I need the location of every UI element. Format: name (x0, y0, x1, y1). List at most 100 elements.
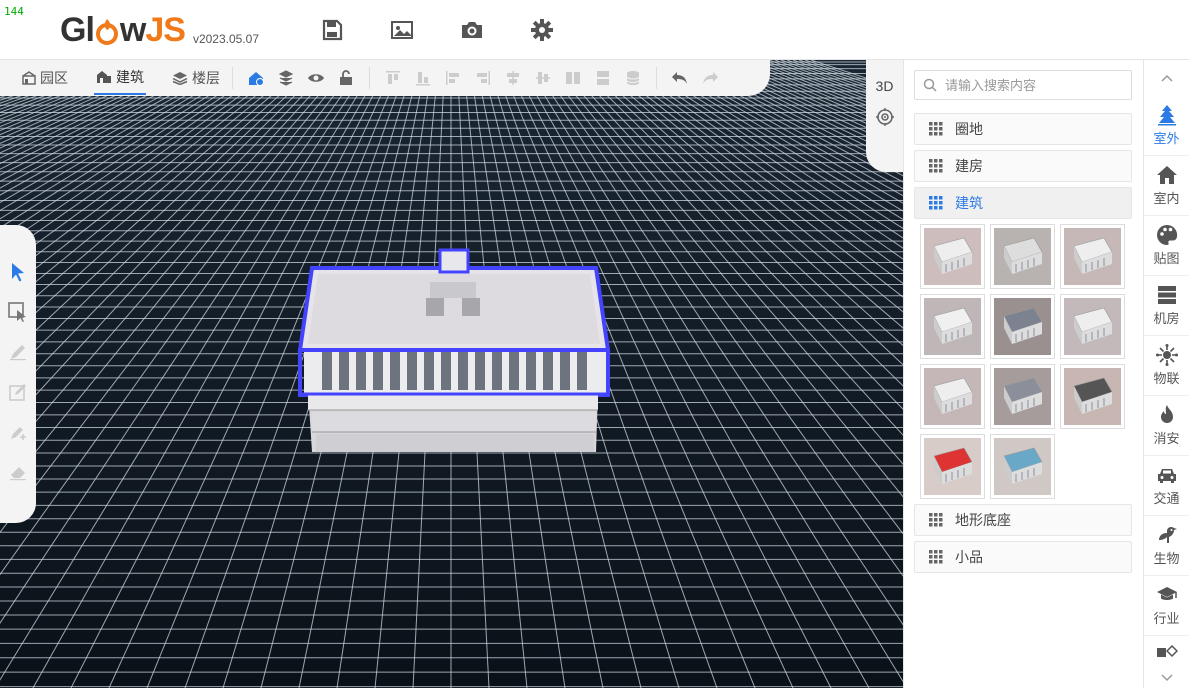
align-top-button[interactable] (378, 63, 408, 93)
category-building[interactable]: 建筑 (914, 187, 1132, 219)
building-preview-icon (994, 298, 1051, 355)
distribute-h-button[interactable] (558, 63, 588, 93)
category-land[interactable]: 圈地 (914, 113, 1132, 145)
search-box (914, 70, 1132, 100)
box-select-tool[interactable] (7, 301, 29, 323)
palette-icon (1156, 224, 1177, 245)
distribute-v-button[interactable] (588, 63, 618, 93)
toolbar-divider (369, 67, 370, 89)
tab-floors[interactable]: 楼层 (170, 61, 222, 95)
building-model-thumbnail[interactable] (920, 294, 985, 359)
park-icon (22, 71, 36, 85)
distribute-h-icon (566, 72, 580, 84)
selected-building-model[interactable] (297, 248, 611, 452)
building-model-thumbnail[interactable] (990, 434, 1055, 499)
nav-server-room[interactable]: 机房 (1144, 276, 1189, 336)
search-input[interactable] (945, 77, 1125, 93)
eraser-tool[interactable] (7, 461, 29, 483)
view-3d-toggle[interactable]: 3D (876, 78, 894, 94)
screenshot-image-button[interactable] (385, 13, 419, 47)
building-model-thumbnail[interactable] (1060, 364, 1125, 429)
align-center-v-button[interactable] (528, 63, 558, 93)
align-center-h-button[interactable] (498, 63, 528, 93)
pen-icon (10, 345, 26, 361)
stack-layers-button[interactable] (271, 63, 301, 93)
bird-icon (1158, 526, 1177, 543)
server-icon (1157, 286, 1176, 304)
building-model-thumbnail[interactable] (990, 294, 1055, 359)
fps-counter: 144 (4, 5, 24, 18)
nav-traffic[interactable]: 交通 (1144, 456, 1189, 516)
nav-iot[interactable]: 物联 (1144, 336, 1189, 396)
building-preview-icon (994, 368, 1051, 425)
image-icon (391, 21, 413, 39)
align-bottom-button[interactable] (408, 63, 438, 93)
building-model-thumbnail[interactable] (990, 224, 1055, 289)
nav-industry[interactable]: 行业 (1144, 576, 1189, 636)
building-model-thumbnail[interactable] (920, 224, 985, 289)
chevron-up-icon (1160, 74, 1173, 82)
search-icon (923, 78, 937, 92)
select-tool[interactable] (7, 261, 29, 283)
iot-icon (1155, 344, 1178, 366)
left-tool-panel (0, 225, 36, 523)
tree-icon (1157, 105, 1176, 126)
undo-button[interactable] (665, 63, 695, 93)
locate-target-icon[interactable] (875, 108, 894, 126)
settings-button[interactable] (525, 13, 559, 47)
visibility-button[interactable] (301, 63, 331, 93)
logo-flame-icon (95, 19, 118, 45)
header-toolbar (315, 13, 559, 47)
save-button[interactable] (315, 13, 349, 47)
grid-icon (929, 122, 943, 136)
camera-button[interactable] (455, 13, 489, 47)
eye-icon (308, 74, 324, 82)
database-button[interactable] (618, 63, 648, 93)
redo-icon (703, 72, 718, 84)
eraser-icon (10, 467, 26, 481)
distribute-v-icon (597, 71, 609, 85)
align-top-icon (386, 71, 400, 84)
nav-textures[interactable]: 贴图 (1144, 216, 1189, 276)
pointer-icon (12, 263, 24, 282)
box-select-icon (8, 302, 26, 322)
building-model-thumbnail[interactable] (1060, 294, 1125, 359)
lock-button[interactable] (331, 63, 361, 93)
building-preview-icon (1064, 368, 1121, 425)
camera-icon (462, 22, 482, 38)
tab-building[interactable]: 建筑 (94, 61, 146, 95)
edit-toolbar: 园区 建筑 楼层 (0, 60, 770, 96)
category-house-build[interactable]: 建房 (914, 150, 1132, 182)
nav-fire-safety[interactable]: 消安 (1144, 396, 1189, 456)
building-model-thumbnail[interactable] (990, 364, 1055, 429)
grid-icon (929, 550, 943, 564)
add-point-tool[interactable] (7, 421, 29, 443)
edit-area-icon (9, 384, 26, 401)
draw-area-tool[interactable] (7, 381, 29, 403)
building-home-button[interactable] (241, 63, 271, 93)
scroll-down-button[interactable] (1144, 668, 1189, 688)
undo-icon (672, 72, 687, 84)
building-model-thumbnail[interactable] (920, 434, 985, 499)
building-preview-icon (924, 368, 981, 425)
align-right-button[interactable] (468, 63, 498, 93)
category-terrain-base[interactable]: 地形底座 (914, 504, 1132, 536)
scroll-up-button[interactable] (1144, 60, 1189, 96)
draw-line-tool[interactable] (7, 341, 29, 363)
chevron-down-icon (1160, 674, 1173, 682)
align-left-button[interactable] (438, 63, 468, 93)
redo-button[interactable] (695, 63, 725, 93)
nav-more[interactable] (1144, 636, 1189, 668)
nav-creatures[interactable]: 生物 (1144, 516, 1189, 576)
align-center-h-icon (507, 71, 519, 85)
building-model-thumbnail[interactable] (920, 364, 985, 429)
category-small-items[interactable]: 小品 (914, 541, 1132, 573)
building-home-icon (249, 72, 264, 86)
3d-viewport[interactable] (0, 60, 903, 688)
tab-park[interactable]: 园区 (20, 61, 70, 95)
nav-indoor[interactable]: 室内 (1144, 156, 1189, 216)
car-icon (1157, 469, 1176, 483)
building-model-thumbnail[interactable] (1060, 224, 1125, 289)
building-preview-icon (994, 438, 1051, 495)
nav-outdoor[interactable]: 室外 (1144, 96, 1189, 156)
